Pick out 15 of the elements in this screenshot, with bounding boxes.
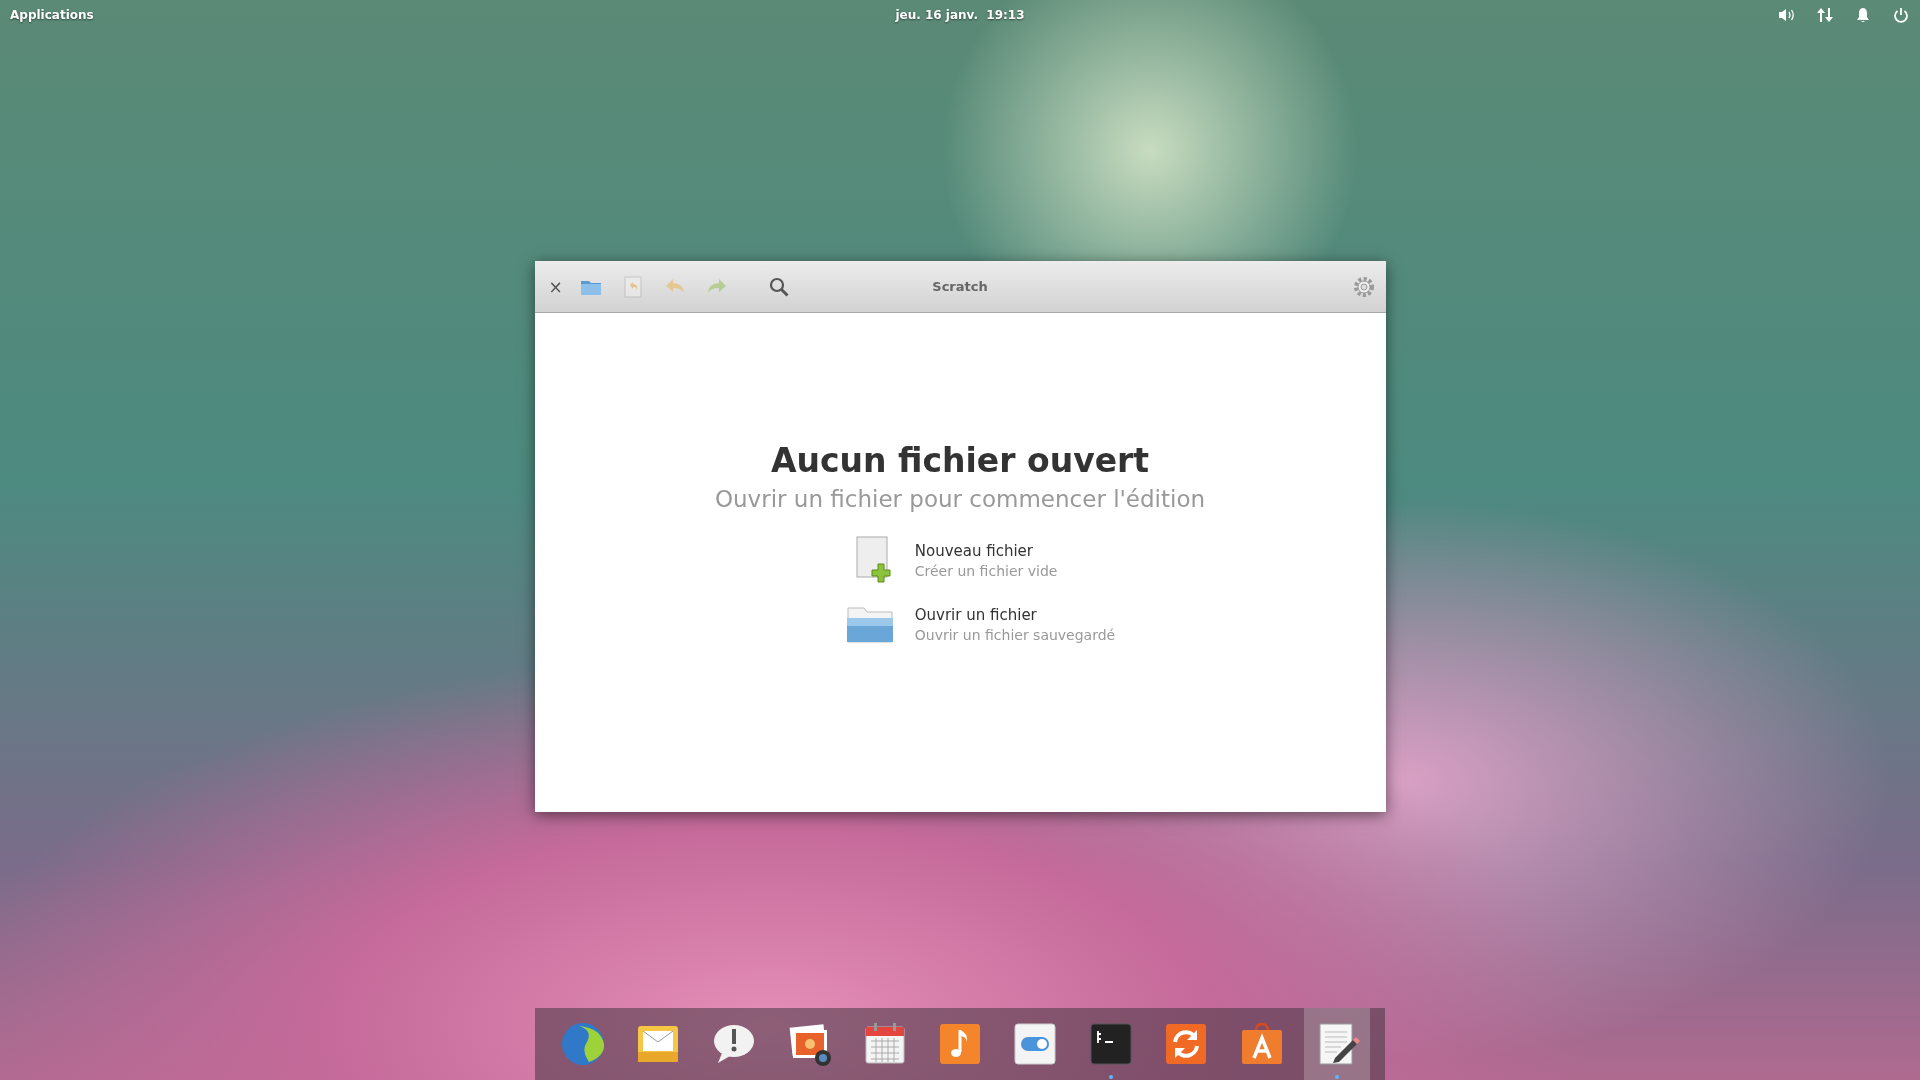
action-description: Ouvrir un fichier sauvegardé xyxy=(914,626,1116,643)
dock-item[interactable] xyxy=(1304,1008,1371,1080)
welcome-title: Aucun fichier ouvert xyxy=(770,441,1150,480)
window-title: Scratch xyxy=(932,279,988,294)
applications-menu[interactable]: Applications xyxy=(10,8,94,22)
bell-icon[interactable] xyxy=(1854,7,1872,23)
welcome-subtitle: Ouvrir un fichier pour commencer l'édition xyxy=(714,486,1206,512)
action-title[interactable]: Nouveau fichier xyxy=(914,541,1058,560)
power-icon[interactable] xyxy=(1892,7,1910,23)
action-title[interactable]: Ouvrir un fichier xyxy=(914,605,1116,624)
volume-icon[interactable] xyxy=(1778,7,1796,23)
clock[interactable]: jeu. 16 janv. 19:13 xyxy=(895,8,1025,22)
close-button[interactable]: × xyxy=(544,276,567,297)
network-arrows-icon[interactable] xyxy=(1816,7,1834,23)
action-description: Créer un fichier vide xyxy=(914,562,1058,579)
